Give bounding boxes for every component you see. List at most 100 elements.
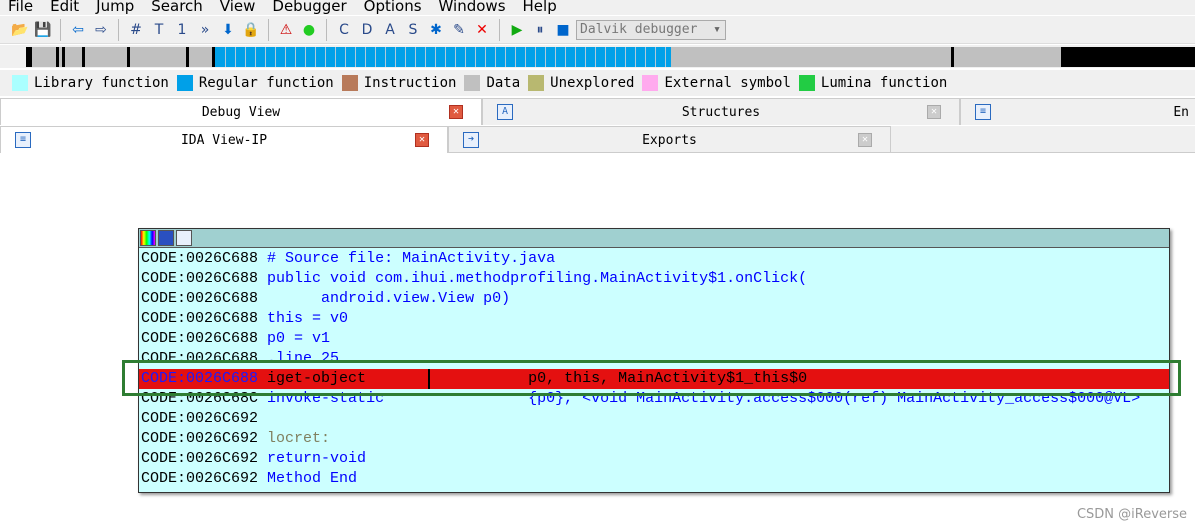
enums-icon: ≡ [975,104,991,120]
close-icon[interactable]: ✕ [858,133,872,147]
pause-icon[interactable]: ⏸ [530,20,550,40]
close-icon[interactable]: ✕ [449,105,463,119]
close-icon[interactable]: ✕ [415,133,429,147]
exports-icon: ➜ [463,132,479,148]
palette-icon[interactable] [140,230,156,246]
legend-label: Unexplored [550,75,635,91]
code-text: this = v0 [267,310,349,327]
toolbar-separator [326,18,327,41]
legend-label: External symbol [664,75,791,91]
legend-item: Unexplored [528,75,634,91]
warning-icon[interactable]: ⚠ [276,20,296,40]
edit-icon[interactable] [158,230,174,246]
debugger-select[interactable]: Dalvik debugger [576,19,726,40]
tab-structures[interactable]: A Structures ✕ [482,98,960,125]
navigation-band[interactable] [0,45,1195,68]
create-code-icon[interactable]: C [334,20,354,40]
legend-label: Regular function [198,75,334,91]
search-immediate-icon[interactable]: 1 [172,20,192,40]
code-line[interactable]: CODE:0026C692 [139,409,1169,429]
code-text: return-void [267,450,367,467]
code-line[interactable]: CODE:0026C688 android.view.View p0) [139,289,1169,309]
legend-item: External symbol [642,75,791,91]
menu-debugger[interactable]: Debugger [272,0,346,14]
legend-swatch [12,75,28,91]
forward-icon[interactable]: ⇨ [91,20,111,40]
tab-label: Debug View [201,104,281,120]
legend-label: Data [486,75,521,91]
create-data-icon[interactable]: D [357,20,377,40]
code-address: CODE:0026C692 [141,470,259,487]
code-line[interactable]: CODE:0026C692 Method End [139,469,1169,489]
code-address: CODE:0026C688 [141,270,259,287]
search-binary-icon[interactable]: # [126,20,146,40]
code-line[interactable]: CODE:0026C688 # Source file: MainActivit… [139,249,1169,269]
stop-icon[interactable]: ■ [553,20,573,40]
legend-item: Data [464,75,520,91]
close-icon[interactable]: ✕ [927,105,941,119]
create-function-icon[interactable]: ✱ [426,20,446,40]
delete-icon[interactable]: ✕ [472,20,492,40]
toolbar-separator [118,18,119,41]
legend-item: Library function [12,75,169,91]
run-icon[interactable]: ▶ [507,20,527,40]
code-address: CODE:0026C688 [141,310,259,327]
menu-search[interactable]: Search [151,0,203,14]
code-text: android.view.View p0) [267,290,511,307]
create-ascii-icon[interactable]: A [380,20,400,40]
legend-swatch [642,75,659,91]
edit-icon[interactable]: ✎ [449,20,469,40]
back-icon[interactable]: ⇦ [68,20,88,40]
menu-bar: File Edit Jump Search View Debugger Options Win… [0,0,1195,15]
legend-item: Instruction [341,75,456,91]
code-line[interactable]: CODE:0026C688 public void com.ihui.metho… [139,269,1169,289]
tab-label: IDA View-IP [180,132,268,148]
legend-swatch [528,75,545,91]
menu-view[interactable]: View [220,0,256,14]
toolbar-separator [60,18,61,41]
code-line[interactable]: CODE:0026C688 p0 = v1 [139,329,1169,349]
legend-swatch [176,75,193,91]
menu-windows[interactable]: Windows [439,0,506,14]
code-address: CODE:0026C688 [141,250,259,267]
legend: Library function Regular function Instruct… [0,70,1195,96]
tab-row-2: ≡ IDA View-IP ✕ ➜ Exports ✕ [0,126,1195,153]
search-text-icon[interactable]: T [149,20,169,40]
legend-item: Regular function [176,75,334,91]
menu-jump[interactable]: Jump [96,0,134,14]
toolbar-separator [499,18,500,41]
lock-icon[interactable]: 🔒 [241,20,261,40]
search-next-icon[interactable]: » [195,20,215,40]
code-text: # Source file: MainActivity.java [267,250,556,267]
ida-view-icon: ≡ [15,132,31,148]
tab-ida-view-ip[interactable]: ≡ IDA View-IP ✕ [0,126,448,153]
open-icon[interactable]: 📂 [10,20,30,40]
tab-debug-view[interactable]: Debug View ✕ [0,98,482,125]
save-icon[interactable]: 💾 [33,20,53,40]
menu-help[interactable]: Help [523,0,557,14]
graph-icon[interactable] [176,230,192,246]
tab-enums[interactable]: ≡ En [960,98,1195,125]
code-address: CODE:0026C688 [141,330,259,347]
toolbar-separator [268,18,269,41]
watermark: CSDN @iReverse [1076,507,1187,522]
tab-row-1: Debug View ✕ A Structures ✕ ≡ En [0,98,1195,125]
code-text: Method End [267,470,358,487]
code-line[interactable]: CODE:0026C688 this = v0 [139,309,1169,329]
legend-item: Lumina function [798,75,947,91]
menu-options[interactable]: Options [364,0,422,14]
tab-exports[interactable]: ➜ Exports ✕ [448,126,891,153]
green-circle-icon[interactable]: ● [299,20,319,40]
create-struct-icon[interactable]: S [403,20,423,40]
menu-edit[interactable]: Edit [50,0,79,14]
legend-swatch [798,75,815,91]
code-line[interactable]: CODE:0026C692 return-void [139,449,1169,469]
jump-icon[interactable]: ⬇ [218,20,238,40]
code-address: CODE:0026C692 [141,410,259,427]
code-line[interactable]: CODE:0026C692 locret: [139,429,1169,449]
legend-swatch [341,75,358,91]
code-address: CODE:0026C688 [141,290,259,307]
menu-file[interactable]: File [8,0,33,14]
navigation-strip[interactable] [26,47,1195,67]
code-text: locret: [267,430,331,447]
